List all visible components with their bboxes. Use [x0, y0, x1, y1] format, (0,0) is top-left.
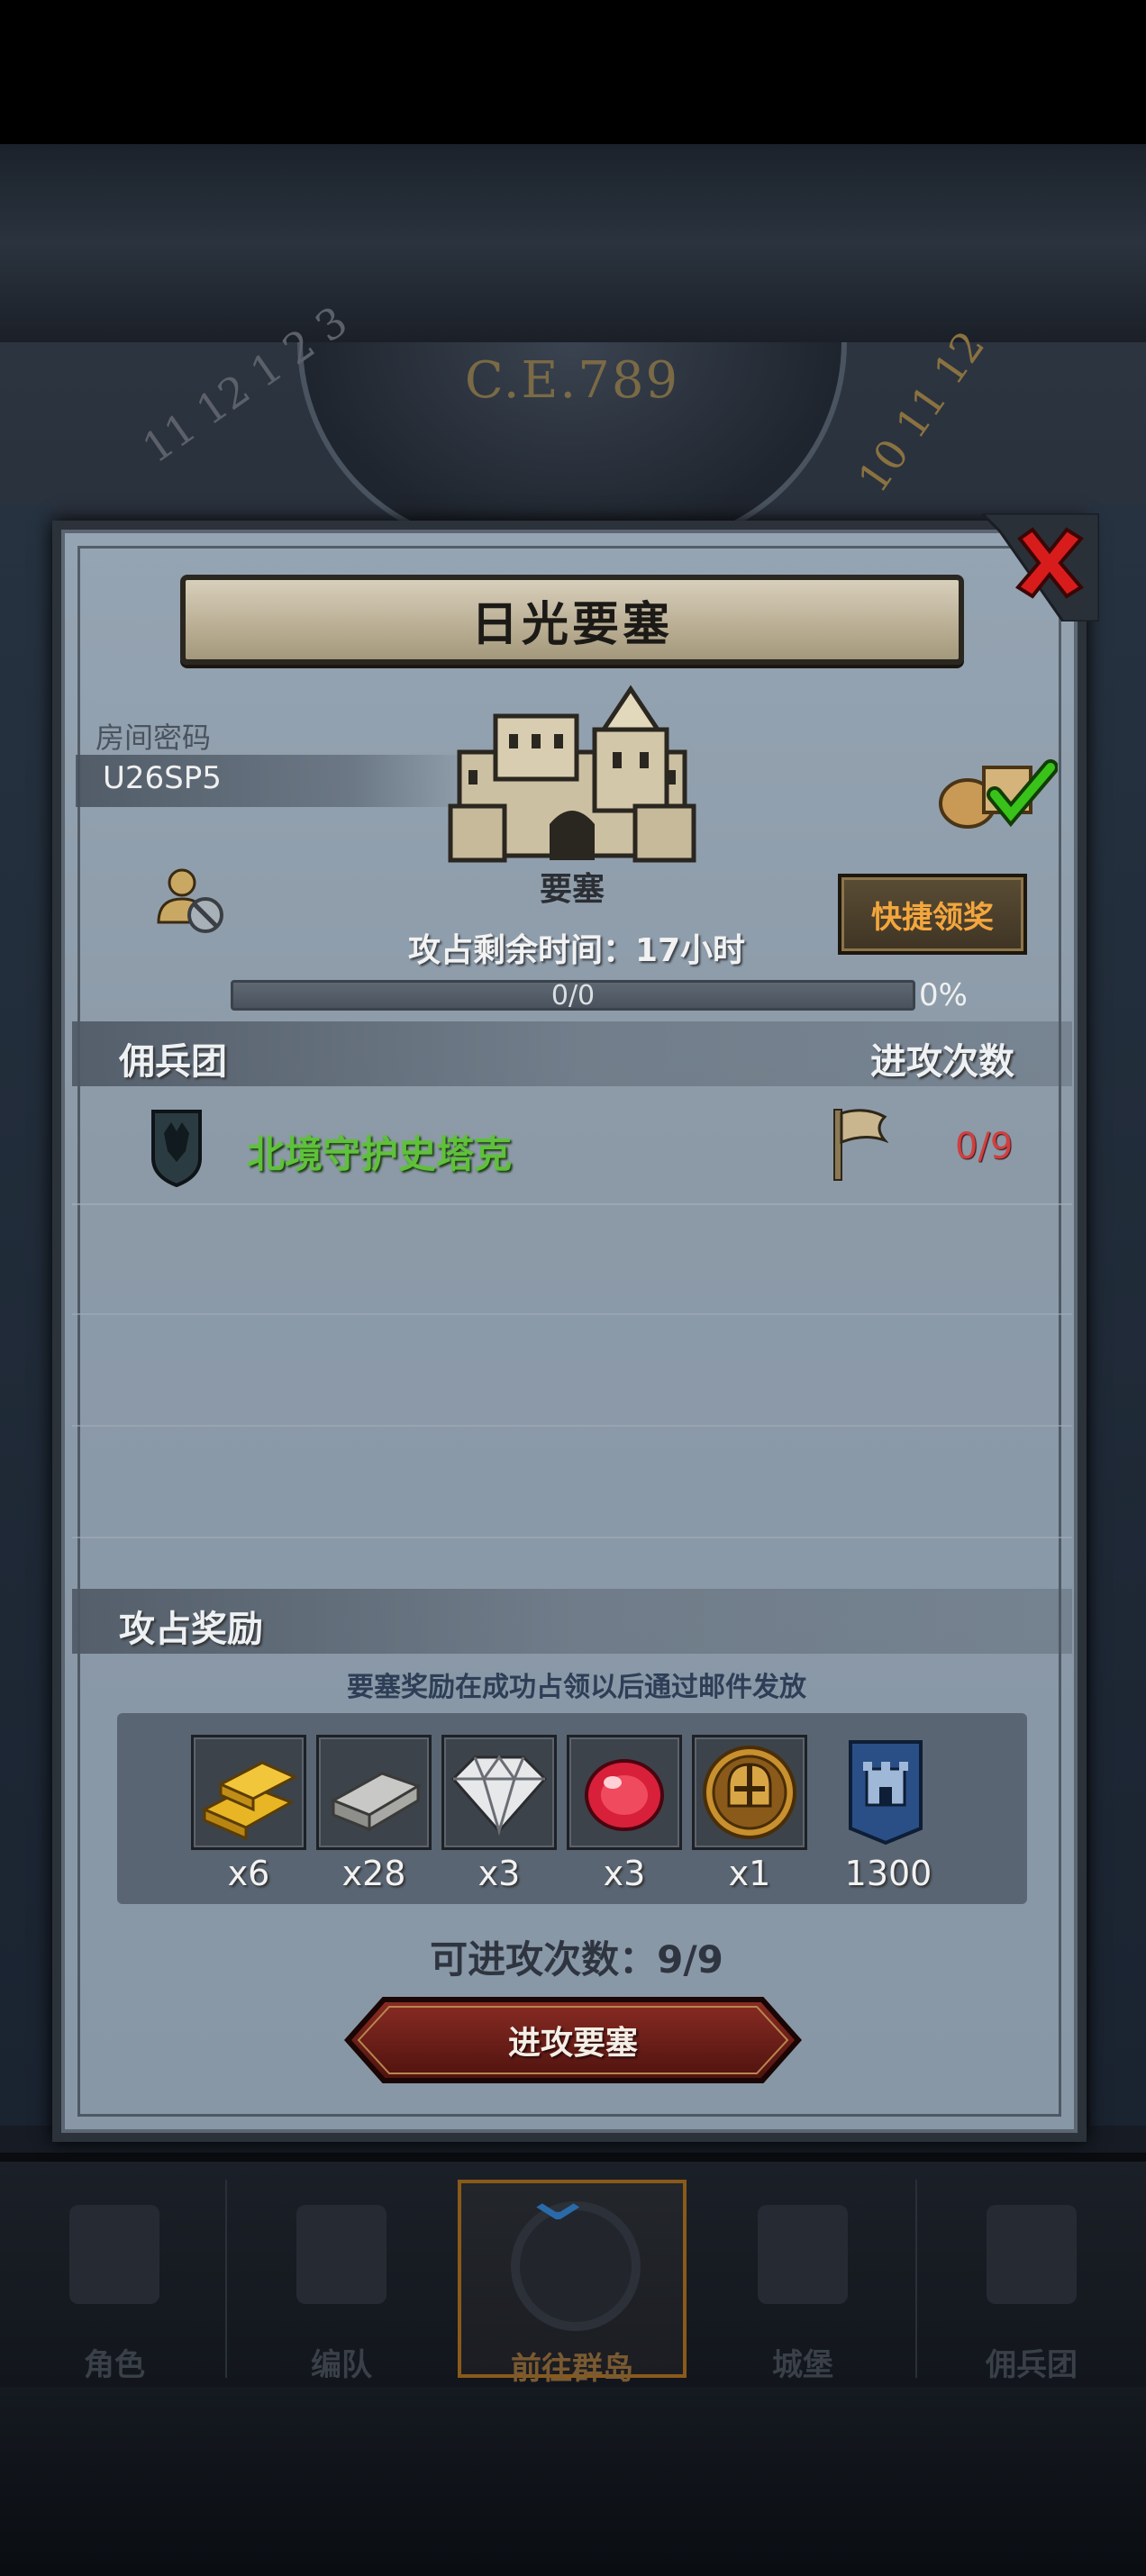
- background-right-edge: [1090, 504, 1146, 2126]
- attempts-header: 进攻次数: [870, 1041, 1014, 1083]
- knight-icon: [69, 2205, 159, 2304]
- nav-label: 佣兵团: [986, 2347, 1078, 2383]
- top-banner-background: [0, 144, 1146, 342]
- title-banner: 日光要塞: [180, 575, 964, 665]
- progress-percent: 0%: [919, 977, 968, 1013]
- reward-count: x3: [478, 1854, 521, 1893]
- background-left-edge: [0, 504, 54, 2126]
- iron-bar-icon: [330, 1772, 422, 1832]
- list-item: [72, 1429, 1072, 1538]
- reward-item[interactable]: [316, 1735, 432, 1850]
- available-attempts: 可进攻次数：9/9: [430, 1937, 723, 1982]
- nav-label: 城堡: [772, 2347, 833, 2383]
- no-entry-user-icon[interactable]: [151, 861, 227, 937]
- mercenary-header: 佣兵团: [119, 1041, 227, 1083]
- reward-count: x28: [341, 1854, 406, 1893]
- quick-claim-button[interactable]: 快捷领奖: [838, 874, 1027, 955]
- nav-item-character[interactable]: 角色: [11, 2180, 218, 2383]
- fortress-label: 要塞: [539, 871, 605, 908]
- fortress-banner-icon: [849, 1740, 923, 1846]
- reward-item[interactable]: [191, 1735, 306, 1850]
- capture-progress-bar: 0/0: [231, 980, 915, 1011]
- nav-item-castle[interactable]: 城堡: [699, 2180, 906, 2383]
- knight-medal-icon: [703, 1746, 796, 1839]
- status-bar-area: [0, 0, 1146, 144]
- fortress-castle-icon: [448, 685, 696, 863]
- rewards-note: 要塞奖励在成功占领以后通过邮件发放: [347, 1672, 806, 1703]
- diamond-icon: [450, 1755, 548, 1837]
- room-code-label: 房间密码: [96, 721, 212, 755]
- nav-item-formation[interactable]: 编队: [238, 2180, 445, 2383]
- nav-item-mercenary[interactable]: 佣兵团: [928, 2180, 1135, 2383]
- mercenary-name: 北境守护史塔克: [247, 1132, 513, 1176]
- castle-icon: [758, 2205, 848, 2304]
- nav-label: 编队: [311, 2347, 372, 2383]
- bottom-band: [0, 2387, 1146, 2576]
- reward-item[interactable]: [692, 1735, 807, 1850]
- formation-icon: [296, 2205, 387, 2304]
- nav-divider: [225, 2180, 227, 2378]
- nav-label: 角色: [84, 2347, 145, 2383]
- reward-count: x6: [227, 1854, 270, 1893]
- close-icon: [1014, 527, 1085, 599]
- era-label: C.E.789: [464, 351, 680, 410]
- reward-item[interactable]: [567, 1735, 682, 1850]
- list-item: [72, 1317, 1072, 1427]
- ruby-icon: [585, 1759, 664, 1831]
- nav-divider: [915, 2180, 917, 2378]
- capture-time-remaining: 攻占剩余时间：17小时: [407, 932, 746, 969]
- mercenary-attempts: 0/9: [955, 1126, 1014, 1167]
- room-code-value: U26SP5: [103, 760, 222, 796]
- reward-count: x1: [728, 1854, 771, 1893]
- list-item: [72, 1207, 1072, 1315]
- nav-label: 前往群岛: [511, 2351, 633, 2387]
- progress-text: 0/0: [550, 979, 596, 1011]
- attack-fortress-label[interactable]: 进攻要塞: [344, 1996, 802, 2084]
- chevron-down-icon: ⌄: [515, 2161, 601, 2235]
- flag-icon: [833, 1109, 888, 1181]
- wolf-shield-icon: [151, 1110, 202, 1187]
- reward-count: 1300: [844, 1854, 932, 1893]
- loot-claimed-icon[interactable]: [932, 749, 1058, 830]
- rewards-header: 攻占奖励: [119, 1609, 263, 1650]
- reward-item[interactable]: [441, 1735, 557, 1850]
- page-title: 日光要塞: [470, 597, 673, 652]
- gold-bar-icon: [201, 1761, 298, 1841]
- reward-count: x3: [603, 1854, 646, 1893]
- close-button[interactable]: [1009, 522, 1090, 603]
- table-row[interactable]: [72, 1093, 1072, 1205]
- mercenary-icon: [987, 2205, 1077, 2304]
